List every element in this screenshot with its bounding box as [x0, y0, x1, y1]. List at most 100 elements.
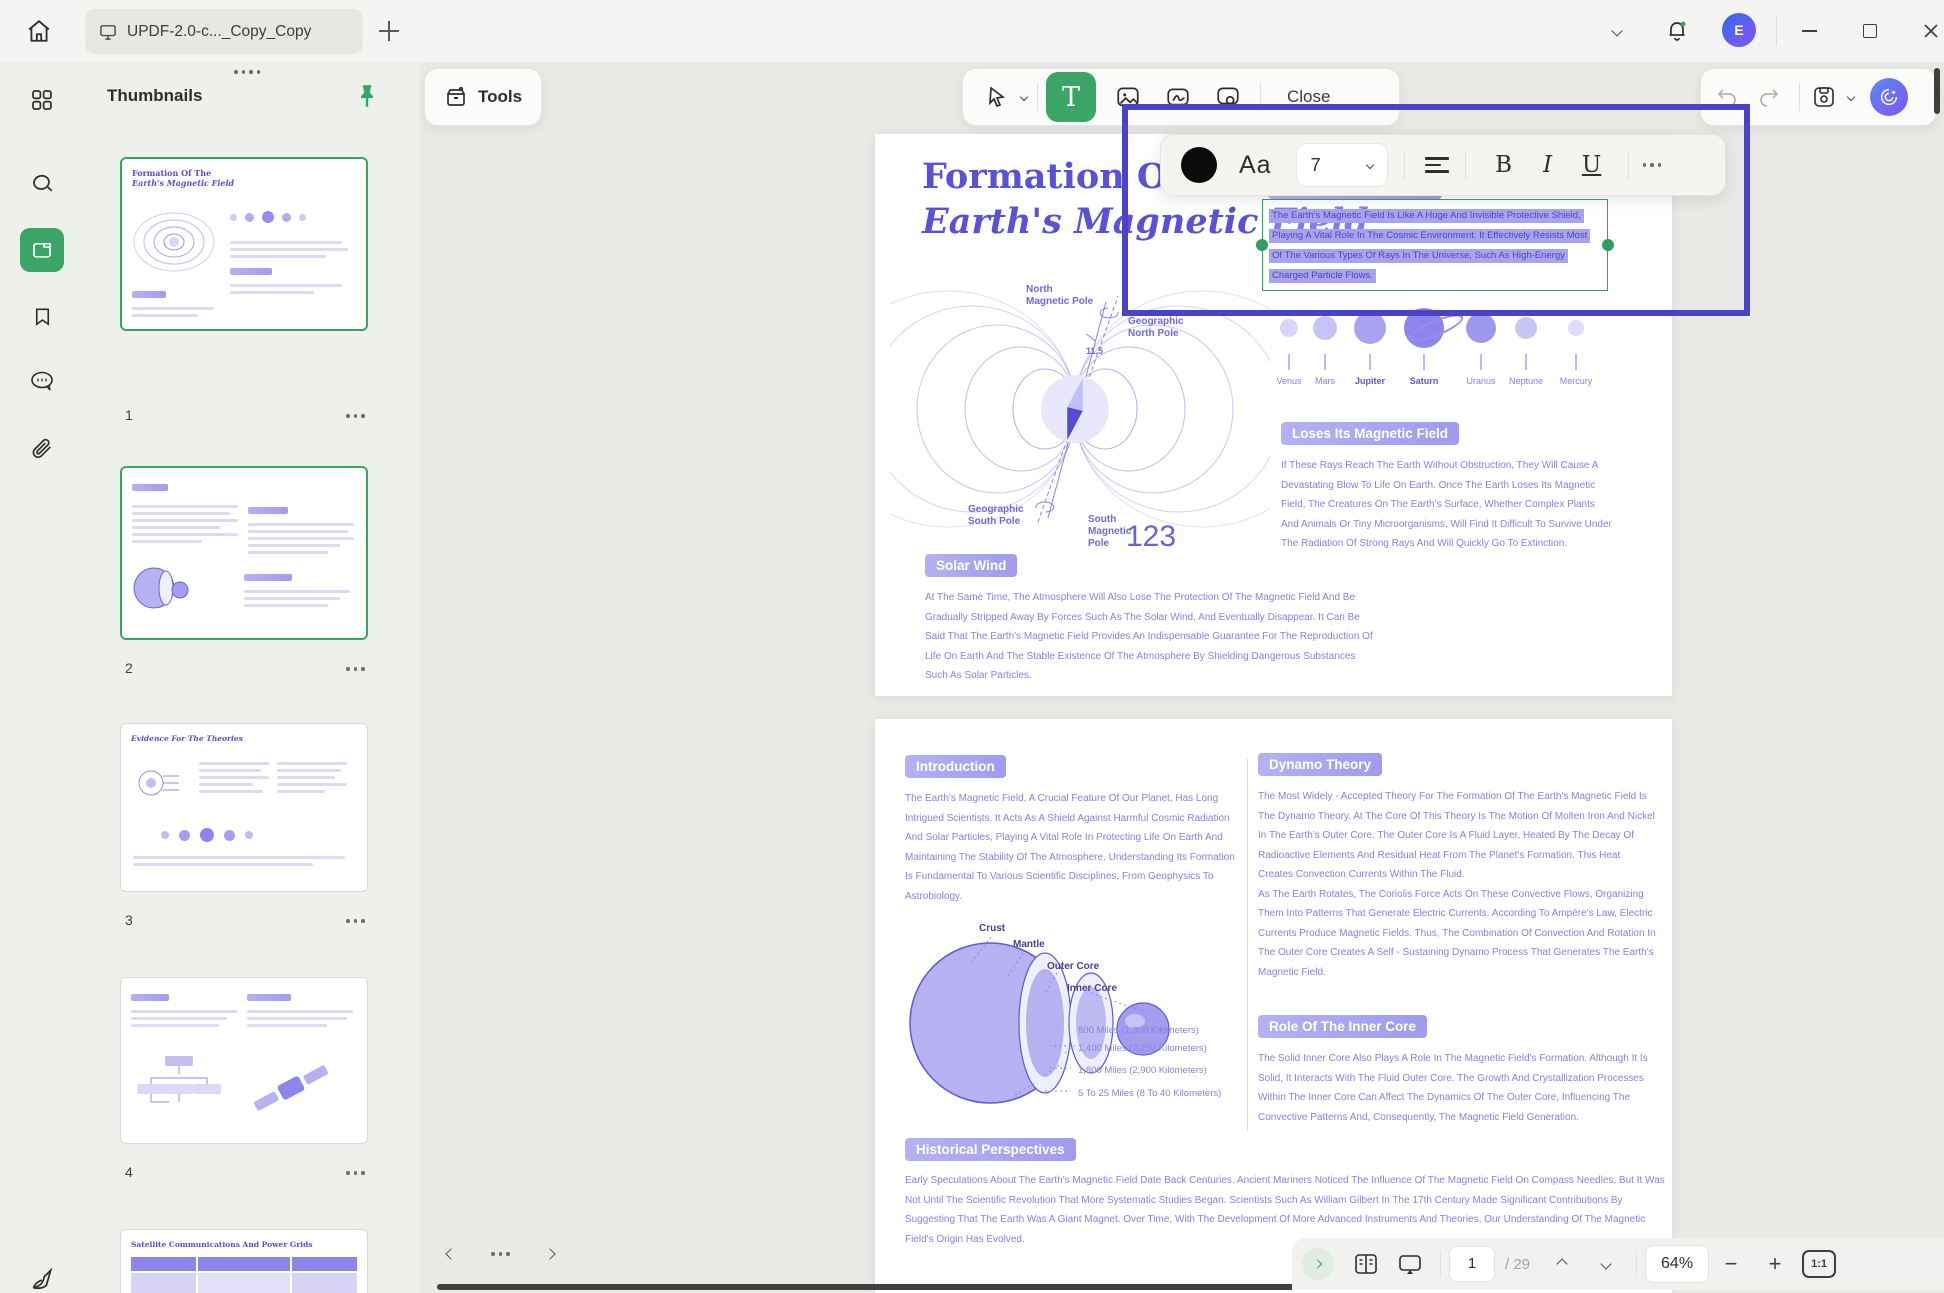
- thumb1-title2: Earth's Magnetic Field: [132, 178, 234, 188]
- dynamo-theory-text: The Most Widely - Accepted Theory For Th…: [1258, 787, 1656, 982]
- more-format-options-button[interactable]: [1643, 163, 1662, 167]
- planet-label: Mercury: [1560, 376, 1593, 386]
- planet-label: Neptune: [1509, 376, 1543, 386]
- thumbnails-panel-button[interactable]: [20, 228, 64, 272]
- format-divider: [1628, 151, 1629, 179]
- inner-core-badge: Role Of The Inner Core: [1258, 1015, 1427, 1038]
- label-north2: Magnetic Pole: [1026, 296, 1094, 307]
- previous-page-arrow[interactable]: [445, 1248, 456, 1259]
- planet-mercury: Mercury: [1544, 306, 1608, 386]
- title-bar: UPDF-2.0-c..._Copy_Copy E: [0, 0, 1944, 62]
- bar-divider: [1636, 1250, 1637, 1278]
- home-button[interactable]: [16, 8, 62, 54]
- actual-size-button[interactable]: 1:1: [1797, 1250, 1841, 1278]
- comments-button[interactable]: [20, 359, 64, 403]
- vertical-scrollbar[interactable]: [1934, 68, 1940, 114]
- measure-mantle: 1,800 Miles (2,900 Kilometers): [1078, 1065, 1207, 1076]
- minimize-icon: [1802, 30, 1817, 32]
- next-page-button[interactable]: [1584, 1242, 1628, 1286]
- planet-label: Jupiter: [1355, 376, 1385, 386]
- ai-assistant-button[interactable]: [1870, 78, 1908, 116]
- tools-label: Tools: [478, 87, 522, 107]
- tab-title: UPDF-2.0-c..._Copy_Copy: [127, 23, 311, 41]
- font-family-button[interactable]: Aa: [1239, 151, 1272, 180]
- thumb1-field-diagram: [128, 203, 220, 281]
- home-icon: [26, 18, 52, 44]
- save-icon[interactable]: [1812, 85, 1836, 109]
- collapse-tabs-button[interactable]: [1602, 16, 1632, 46]
- thumb4-more-button[interactable]: [346, 1171, 365, 1175]
- left-rail: [0, 62, 84, 1293]
- avatar[interactable]: E: [1722, 13, 1756, 47]
- attachments-button[interactable]: [20, 426, 64, 470]
- thumbnail-page-1[interactable]: Formation Of The Earth's Magnetic Field: [120, 157, 368, 331]
- previous-page-button[interactable]: [1540, 1242, 1584, 1286]
- notifications-button[interactable]: [1662, 16, 1692, 46]
- updf-window: UPDF-2.0-c..._Copy_Copy E: [0, 0, 1944, 1293]
- magnetic-field-diagram: North Magnetic Pole Geographic North Pol…: [890, 274, 1270, 564]
- pin-panel-button[interactable]: [354, 82, 384, 112]
- page-icon: [30, 238, 54, 262]
- thumbnail-page-5[interactable]: Satellite Communications And Power Grids: [120, 1229, 368, 1293]
- thumbnail-page-2[interactable]: [120, 466, 368, 640]
- zoom-in-button[interactable]: +: [1753, 1242, 1797, 1286]
- redo-icon[interactable]: [1757, 86, 1781, 108]
- introduction-text: The Earth's Magnetic Field, A Crucial Fe…: [905, 789, 1243, 906]
- chevron-down-icon: [1611, 25, 1622, 36]
- pdf-page-2[interactable]: Introduction The Earth's Magnetic Field,…: [875, 719, 1672, 1293]
- new-tab-button[interactable]: [376, 18, 402, 44]
- shapes-icon: [29, 1266, 55, 1292]
- align-left-button[interactable]: [1425, 157, 1449, 172]
- nav-more-button[interactable]: [491, 1252, 510, 1256]
- thumb1-more-button[interactable]: [346, 414, 365, 418]
- maximize-button[interactable]: [1855, 16, 1885, 46]
- thumb3-more-button[interactable]: [346, 919, 365, 923]
- zoom-level-input[interactable]: 64%: [1645, 1245, 1709, 1283]
- page-number-123: 123: [1126, 520, 1176, 553]
- italic-button[interactable]: I: [1526, 152, 1570, 178]
- select-tool-chevron[interactable]: [1020, 93, 1028, 101]
- paperclip-icon: [30, 436, 55, 461]
- close-window-button[interactable]: [1916, 16, 1944, 46]
- page-number-input[interactable]: 1: [1449, 1246, 1495, 1282]
- select-tool-button[interactable]: [975, 75, 1019, 119]
- bookmarks-button[interactable]: [20, 294, 64, 338]
- text-tool-button-active[interactable]: T: [1046, 72, 1096, 122]
- search-icon: [30, 172, 55, 197]
- bold-button[interactable]: B: [1482, 152, 1526, 178]
- measure-inner-core: 800 Miles (1,300 Kilometers): [1078, 1025, 1199, 1036]
- label-geo-north2: North Pole: [1128, 328, 1179, 339]
- bar-divider: [1440, 1250, 1441, 1278]
- thumbnail-page-3[interactable]: Evidence For The Theories: [120, 723, 368, 892]
- document-tab[interactable]: UPDF-2.0-c..._Copy_Copy: [85, 9, 363, 54]
- underline-button[interactable]: U: [1570, 152, 1614, 178]
- collapse-bar-button[interactable]: [1302, 1248, 1334, 1280]
- panels-grid-button[interactable]: [20, 78, 64, 122]
- page-nav-floating: [447, 1250, 554, 1258]
- search-button[interactable]: [20, 162, 64, 206]
- next-page-arrow[interactable]: [544, 1248, 555, 1259]
- panel-drag-handle[interactable]: [234, 70, 260, 74]
- label-inner-core: Inner Core: [1067, 983, 1117, 994]
- zoom-out-button[interactable]: −: [1709, 1242, 1753, 1286]
- presentation-button[interactable]: [1388, 1242, 1432, 1286]
- font-size-value: 7: [1311, 155, 1321, 176]
- design-mode-button[interactable]: [20, 1257, 64, 1293]
- save-options-chevron[interactable]: [1847, 93, 1855, 101]
- tools-button[interactable]: Tools: [424, 68, 542, 126]
- bookmark-icon: [31, 305, 54, 328]
- font-size-select[interactable]: 7: [1296, 143, 1388, 187]
- dynamo-theory-badge: Dynamo Theory: [1258, 753, 1382, 776]
- ai-sparkle-icon: [1878, 86, 1900, 108]
- thumb2-more-button[interactable]: [346, 667, 365, 671]
- label-geo-south2: South Pole: [968, 516, 1021, 527]
- thumbnail-page-4[interactable]: [120, 977, 368, 1144]
- comment-icon: [29, 369, 55, 393]
- introduction-badge: Introduction: [905, 755, 1006, 778]
- solar-wind-badge: Solar Wind: [925, 554, 1017, 577]
- font-color-swatch[interactable]: [1181, 147, 1217, 183]
- minimize-button[interactable]: [1794, 16, 1824, 46]
- page-layout-button[interactable]: [1344, 1242, 1388, 1286]
- planet-label: Mars: [1315, 376, 1335, 386]
- chevron-up-icon: [1556, 1258, 1567, 1269]
